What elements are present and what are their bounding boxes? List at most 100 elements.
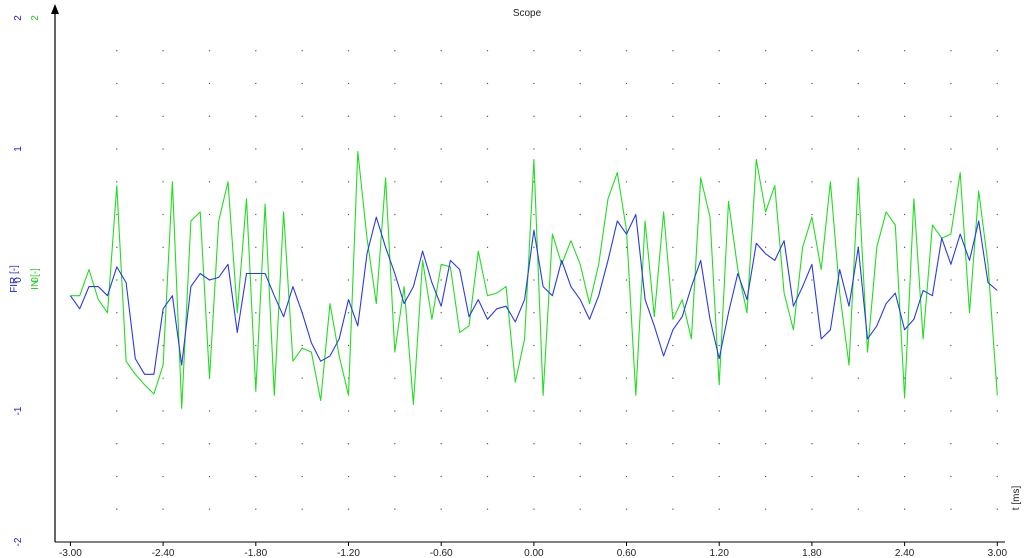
grid-dot [255, 344, 257, 347]
grid-dot [765, 181, 767, 183]
grid-dot [904, 246, 906, 248]
x-tick-label: -3.00 [59, 548, 82, 558]
grid-dot [533, 82, 535, 85]
grid-dot [996, 279, 998, 281]
grid-dot [116, 410, 118, 412]
grid-dot [996, 443, 998, 445]
grid-dot [857, 50, 859, 52]
grid-dot [533, 213, 535, 216]
grid-dot [811, 82, 813, 85]
grid-dot [904, 508, 906, 510]
grid-dot [301, 344, 303, 347]
x-tick-label: 1.20 [709, 548, 729, 558]
grid-dot [116, 181, 118, 183]
grid-dot [486, 410, 489, 412]
y-tick-label: 2 [13, 15, 24, 21]
grid-dot [486, 148, 489, 150]
grid-dot [672, 82, 674, 85]
grid-dot [347, 148, 350, 150]
grid-dot [255, 279, 257, 281]
grid-dot [533, 344, 535, 347]
grid-dot [718, 410, 720, 412]
grid-dot [811, 377, 813, 379]
grid-dot [950, 181, 952, 183]
grid-dot [996, 312, 998, 314]
grid-dot [301, 181, 303, 183]
grid-dot [996, 82, 998, 85]
grid-dot [996, 475, 998, 478]
grid-dot [811, 312, 813, 314]
grid-dot [811, 508, 813, 510]
grid-dot [765, 82, 767, 85]
grid-dot [625, 312, 628, 314]
grid-dot [579, 246, 581, 248]
grid-dot [255, 475, 257, 478]
grid-dot [347, 410, 350, 412]
grid-dot [996, 148, 998, 150]
grid-dot [301, 508, 303, 510]
grid-dot [440, 181, 442, 183]
grid-dot [486, 279, 489, 281]
grid-dot [950, 50, 952, 52]
grid-dot [718, 181, 720, 183]
grid-dot [579, 115, 581, 117]
grid-dot [904, 475, 906, 478]
grid-dot [162, 279, 164, 281]
grid-dot [533, 148, 535, 150]
grid-dot [440, 82, 442, 85]
grid-dot [625, 148, 628, 150]
grid-dot [718, 50, 720, 52]
grid-dot [533, 246, 535, 248]
grid-dot [394, 443, 396, 445]
grid-dot [208, 115, 211, 117]
grid-dot [811, 410, 813, 412]
grid-dot [950, 410, 952, 412]
x-tick-label: 0.60 [617, 548, 637, 558]
y-tick-label-in-text: 2 [30, 15, 41, 21]
grid-dot [394, 246, 396, 248]
grid-dot [208, 213, 211, 216]
grid-dot [440, 213, 442, 216]
grid-dot [718, 443, 720, 445]
grid-dot [950, 279, 952, 281]
grid-dot [533, 50, 535, 52]
grid-dot [811, 475, 813, 478]
grid-dot [672, 181, 674, 183]
grid-dot [347, 475, 350, 478]
grid-dot [672, 410, 674, 412]
grid-dot [486, 50, 489, 52]
grid-dot [672, 246, 674, 248]
grid-dot [162, 82, 164, 85]
grid-dot [904, 213, 906, 216]
grid-dot [208, 508, 211, 510]
grid-dot [301, 475, 303, 478]
grid-dot [116, 246, 118, 248]
grid-dot [486, 181, 489, 183]
grid-dot [301, 213, 303, 216]
grid-dot [857, 508, 859, 510]
grid-dot [904, 279, 906, 281]
grid-dot [440, 475, 442, 478]
grid-dot [996, 246, 998, 248]
x-axis-label: t [ms] [1011, 486, 1022, 511]
x-tick-label: -2.40 [152, 548, 175, 558]
grid-dot [394, 148, 396, 150]
grid-dot [347, 50, 350, 52]
grid-dot [857, 279, 859, 281]
grid-dot [486, 475, 489, 478]
grid-dot [765, 115, 767, 117]
grid-dot [347, 82, 350, 85]
grid-dot [950, 377, 952, 379]
y-tick-label: -1 [13, 406, 24, 415]
grid-dot [301, 377, 303, 379]
grid-dot [486, 344, 489, 347]
grid-dot [857, 82, 859, 85]
grid-dot [394, 279, 396, 281]
grid-dot [394, 410, 396, 412]
grid-dot [116, 148, 118, 150]
y-tick-label-text: 2 [13, 15, 24, 21]
grid-dot [904, 82, 906, 85]
grid-dot [486, 377, 489, 379]
grid-dot [950, 443, 952, 445]
grid-dot [672, 213, 674, 216]
